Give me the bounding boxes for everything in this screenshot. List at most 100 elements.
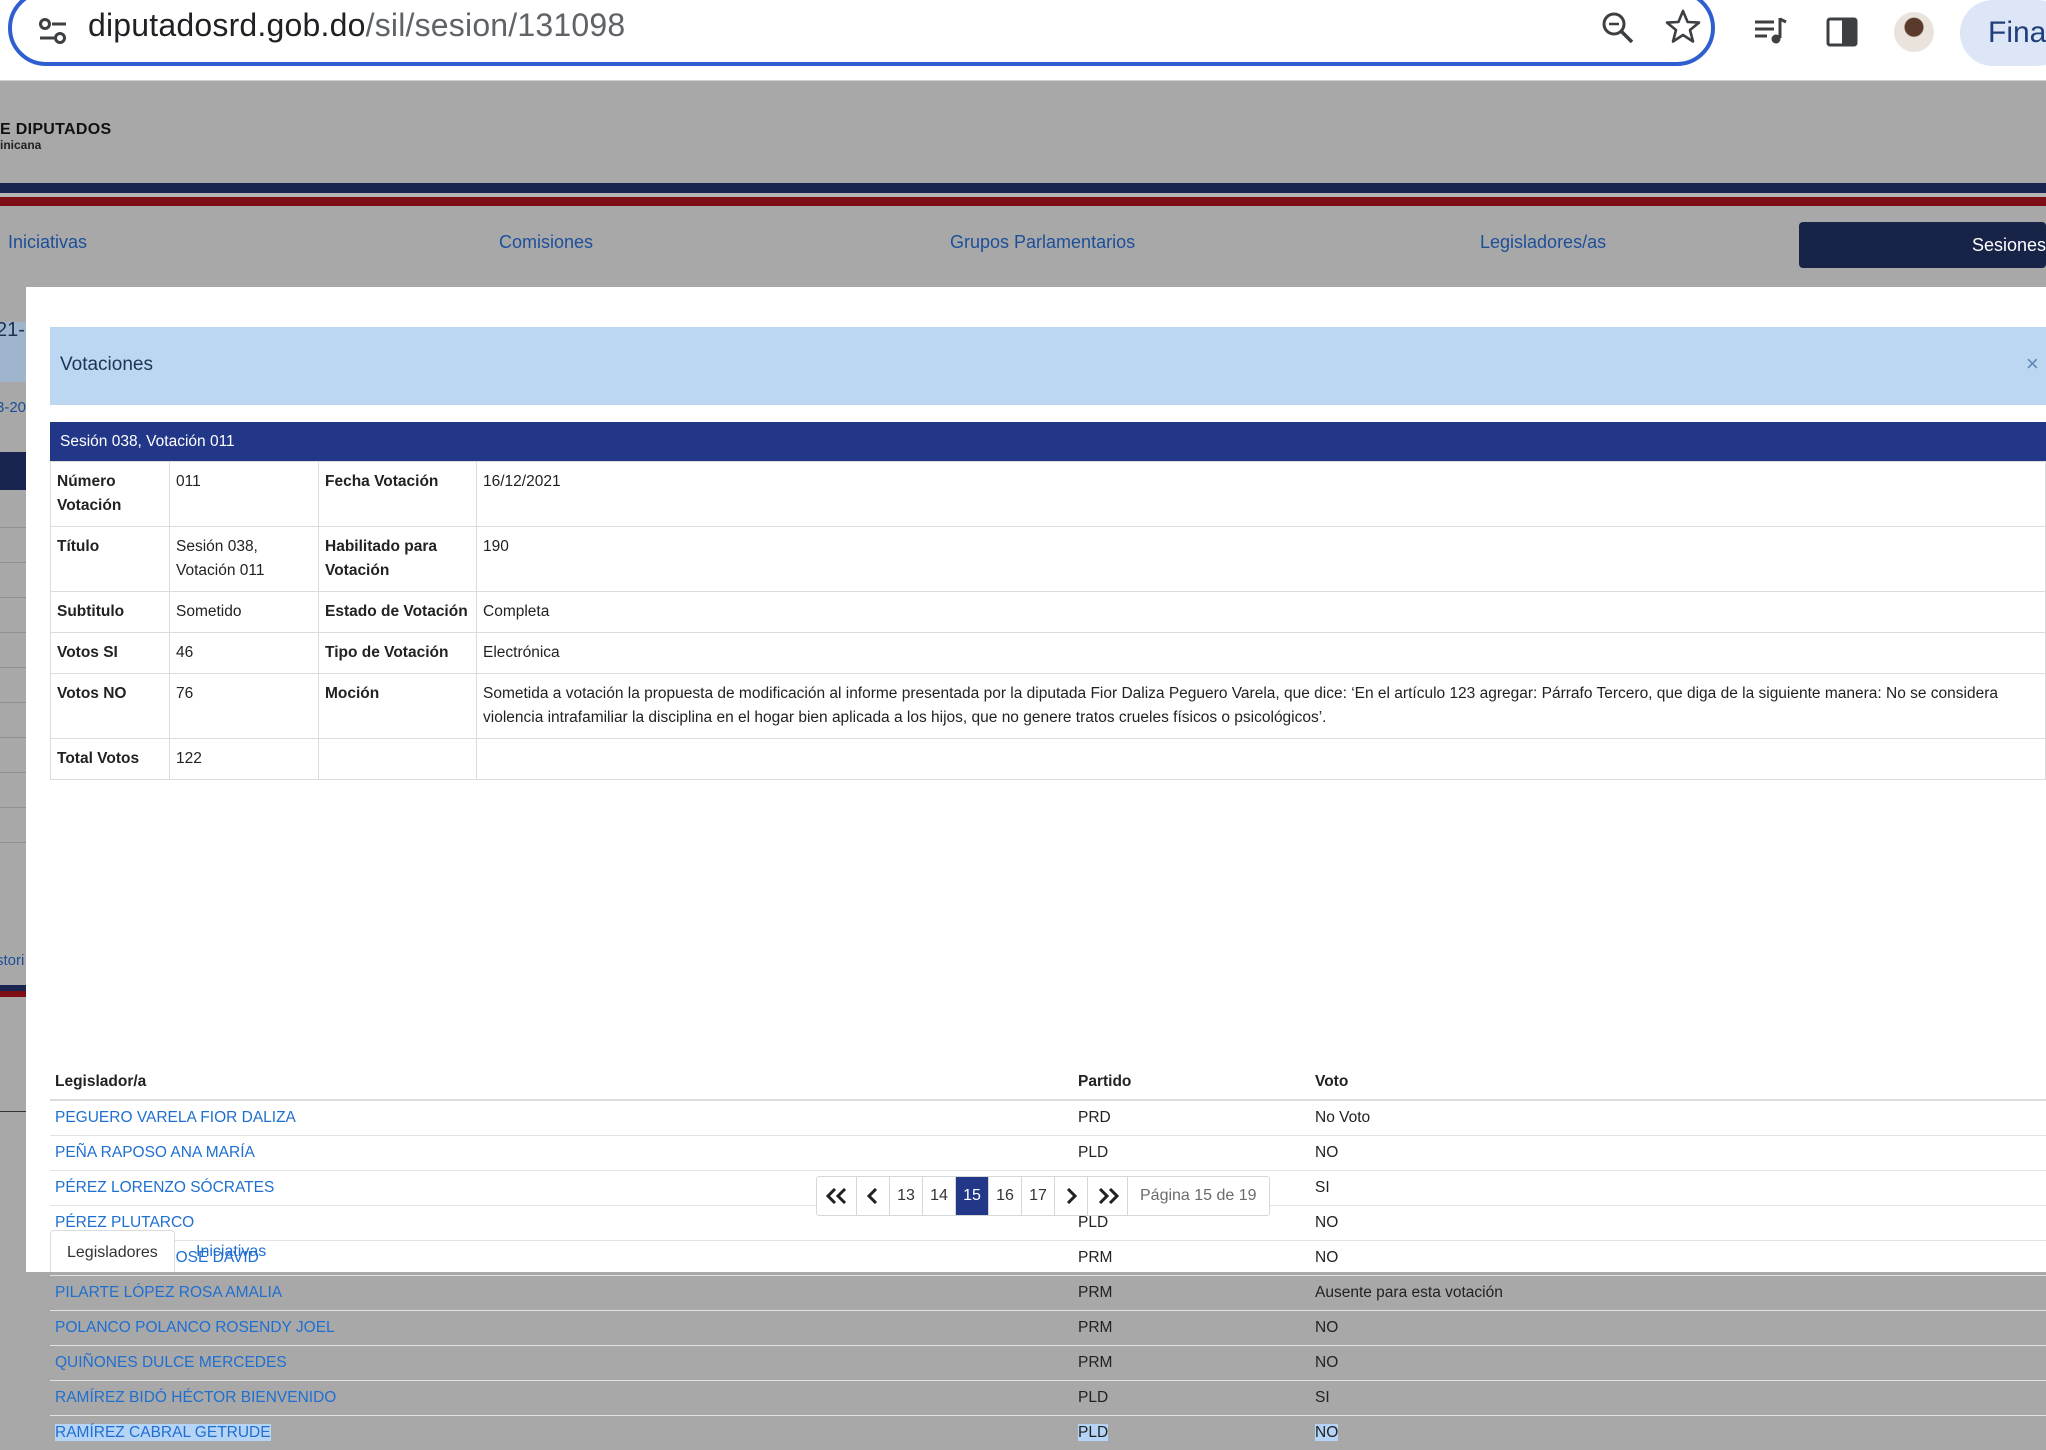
table-cell: NO <box>1310 1346 2046 1381</box>
table-cell: PEÑA RAPOSO ANA MARÍA <box>50 1136 1073 1171</box>
info-value: Sometido <box>170 592 319 633</box>
page-15-button[interactable]: 15 <box>956 1177 989 1215</box>
media-controls-icon[interactable] <box>1752 14 1788 50</box>
info-value: Sometida a votación la propuesta de modi… <box>477 674 2046 739</box>
legislator-vote: NO <box>1315 1249 1338 1266</box>
page-info: Página 15 de 19 <box>1128 1177 1269 1215</box>
legislator-party: PRD <box>1078 1109 1111 1126</box>
info-row: Votos SI46Tipo de VotaciónElectrónica <box>51 633 2046 674</box>
site-header: E DIPUTADOS inicana <box>0 81 2046 183</box>
table-cell: RAMÍREZ CABRAL GETRUDE <box>50 1416 1073 1450</box>
nav-iniciativas[interactable]: Iniciativas <box>8 232 87 253</box>
url-text[interactable]: diputadosrd.gob.do/sil/sesion/131098 <box>88 7 625 44</box>
legislator-name-link[interactable]: QUIÑONES DULCE MERCEDES <box>55 1354 287 1371</box>
nav-legisladores[interactable]: Legisladores/as <box>1480 232 1606 253</box>
table-row: RAMÍREZ BIDÓ HÉCTOR BIENVENIDO PLD SI <box>50 1381 2046 1416</box>
table-cell: PRM <box>1073 1241 1310 1276</box>
legislator-vote: NO <box>1315 1424 1338 1441</box>
table-row: QUIÑONES DULCE MERCEDES PRMNO <box>50 1346 2046 1381</box>
table-row: PÉREZ REYES JOSÉ DAVIDPRMNO <box>50 1241 2046 1276</box>
table-cell: QUIÑONES DULCE MERCEDES <box>50 1346 1073 1381</box>
legislator-party: PRM <box>1078 1249 1112 1266</box>
column-header-voto: Voto <box>1310 1065 2046 1100</box>
tab-legisladores[interactable]: Legisladores <box>50 1230 175 1272</box>
close-icon[interactable]: × <box>2026 353 2039 375</box>
bookmark-star-icon[interactable] <box>1664 8 1702 46</box>
legislator-name-link[interactable]: PEÑA RAPOSO ANA MARÍA <box>55 1144 255 1161</box>
table-cell: PLD <box>1073 1381 1310 1416</box>
legislator-name-link[interactable]: PÉREZ PLUTARCO <box>55 1214 194 1231</box>
last-page-icon[interactable] <box>1088 1177 1128 1215</box>
legislator-name-link[interactable]: POLANCO POLANCO ROSENDY JOEL <box>55 1319 335 1336</box>
info-label: Tipo de Votación <box>319 633 477 674</box>
legislator-name-link[interactable]: PILARTE LÓPEZ ROSA AMALIA <box>55 1284 282 1301</box>
info-label: Estado de Votación <box>319 592 477 633</box>
table-cell: PILARTE LÓPEZ ROSA AMALIA <box>50 1276 1073 1311</box>
profile-chip-button[interactable]: Final <box>1960 0 2046 66</box>
info-label: Moción <box>319 674 477 739</box>
table-cell: PRM <box>1073 1346 1310 1381</box>
table-cell: PRD <box>1073 1100 1310 1136</box>
legislators-header-row: Legislador/a Partido Voto <box>50 1065 2046 1100</box>
info-label: Número Votación <box>51 462 170 527</box>
legislator-vote: NO <box>1315 1319 1338 1336</box>
votaciones-modal: Votaciones × Sesión 038, Votación 011 Nú… <box>26 287 2046 1272</box>
table-cell: NO <box>1310 1311 2046 1346</box>
legislator-party: PLD <box>1078 1214 1108 1231</box>
legislator-name-link[interactable]: RAMÍREZ CABRAL GETRUDE <box>55 1424 271 1441</box>
nav-comisiones[interactable]: Comisiones <box>499 232 593 253</box>
info-value: 46 <box>170 633 319 674</box>
legislator-vote: NO <box>1315 1144 1338 1161</box>
table-cell: PLD <box>1073 1136 1310 1171</box>
next-page-icon[interactable] <box>1055 1177 1088 1215</box>
table-cell: Ausente para esta votación <box>1310 1276 2046 1311</box>
table-cell: PRM <box>1073 1311 1310 1346</box>
page-16-button[interactable]: 16 <box>989 1177 1022 1215</box>
legislator-name-link[interactable]: RAMÍREZ BIDÓ HÉCTOR BIENVENIDO <box>55 1389 336 1406</box>
info-label: Subtitulo <box>51 592 170 633</box>
legislator-vote: NO <box>1315 1214 1338 1231</box>
table-cell: NO <box>1310 1416 2046 1450</box>
first-page-icon[interactable] <box>817 1177 857 1215</box>
legislator-vote: Ausente para esta votación <box>1315 1284 1503 1301</box>
info-row: Número Votación011Fecha Votación16/12/20… <box>51 462 2046 527</box>
url-path: /sil/sesion/131098 <box>366 7 626 43</box>
vote-info-table: Número Votación011Fecha Votación16/12/20… <box>50 461 2046 780</box>
table-row: PILARTE LÓPEZ ROSA AMALIAPRMAusente para… <box>50 1276 2046 1311</box>
page-13-button[interactable]: 13 <box>890 1177 923 1215</box>
legislator-vote: SI <box>1315 1389 1330 1406</box>
nav-sesiones[interactable]: Sesiones <box>1799 222 2046 268</box>
profile-avatar[interactable] <box>1894 12 1934 52</box>
info-value: Sesión 038, Votación 011 <box>170 527 319 592</box>
column-header-legislador: Legislador/a <box>50 1065 1073 1100</box>
background-title-fragment: 21-S <box>0 319 26 342</box>
legislator-name-link[interactable]: PEGUERO VARELA FIOR DALIZA <box>55 1109 296 1126</box>
prev-page-icon[interactable] <box>857 1177 890 1215</box>
legislator-party: PLD <box>1078 1389 1108 1406</box>
page-14-button[interactable]: 14 <box>923 1177 956 1215</box>
table-cell: NO <box>1310 1241 2046 1276</box>
table-cell: NO <box>1310 1206 2046 1241</box>
table-row: RAMÍREZ CABRAL GETRUDEPLDNO <box>50 1416 2046 1450</box>
legislator-vote: No Voto <box>1315 1109 1370 1126</box>
vote-title-bar: Sesión 038, Votación 011 <box>50 422 2046 461</box>
url-domain: diputadosrd.gob.do <box>88 7 366 43</box>
tab-iniciativas[interactable]: Iniciativas <box>180 1230 282 1272</box>
main-nav: Iniciativas Comisiones Grupos Parlamenta… <box>0 206 2046 286</box>
page-17-button[interactable]: 17 <box>1022 1177 1055 1215</box>
site-settings-icon[interactable] <box>36 14 70 48</box>
legislator-name-link[interactable]: PÉREZ LORENZO SÓCRATES <box>55 1179 274 1196</box>
background-page-strip: 21-S 3-20 stori <box>0 287 26 1272</box>
site-logo-subtext: inicana <box>0 138 41 152</box>
table-row: PEÑA RAPOSO ANA MARÍA PLD NO <box>50 1136 2046 1171</box>
address-bar[interactable]: diputadosrd.gob.do/sil/sesion/131098 <box>8 0 1715 66</box>
info-label: Habilitado para Votación <box>319 527 477 592</box>
zoom-icon[interactable] <box>1600 10 1636 46</box>
nav-grupos-parlamentarios[interactable]: Grupos Parlamentarios <box>950 232 1135 253</box>
side-panel-icon[interactable] <box>1824 14 1860 50</box>
table-cell: POLANCO POLANCO ROSENDY JOEL <box>50 1311 1073 1346</box>
table-row: PEGUERO VARELA FIOR DALIZA PRD No Voto <box>50 1100 2046 1136</box>
legislator-vote: SI <box>1315 1179 1330 1196</box>
info-value: Completa <box>477 592 2046 633</box>
site-logo-text: E DIPUTADOS <box>0 121 111 139</box>
